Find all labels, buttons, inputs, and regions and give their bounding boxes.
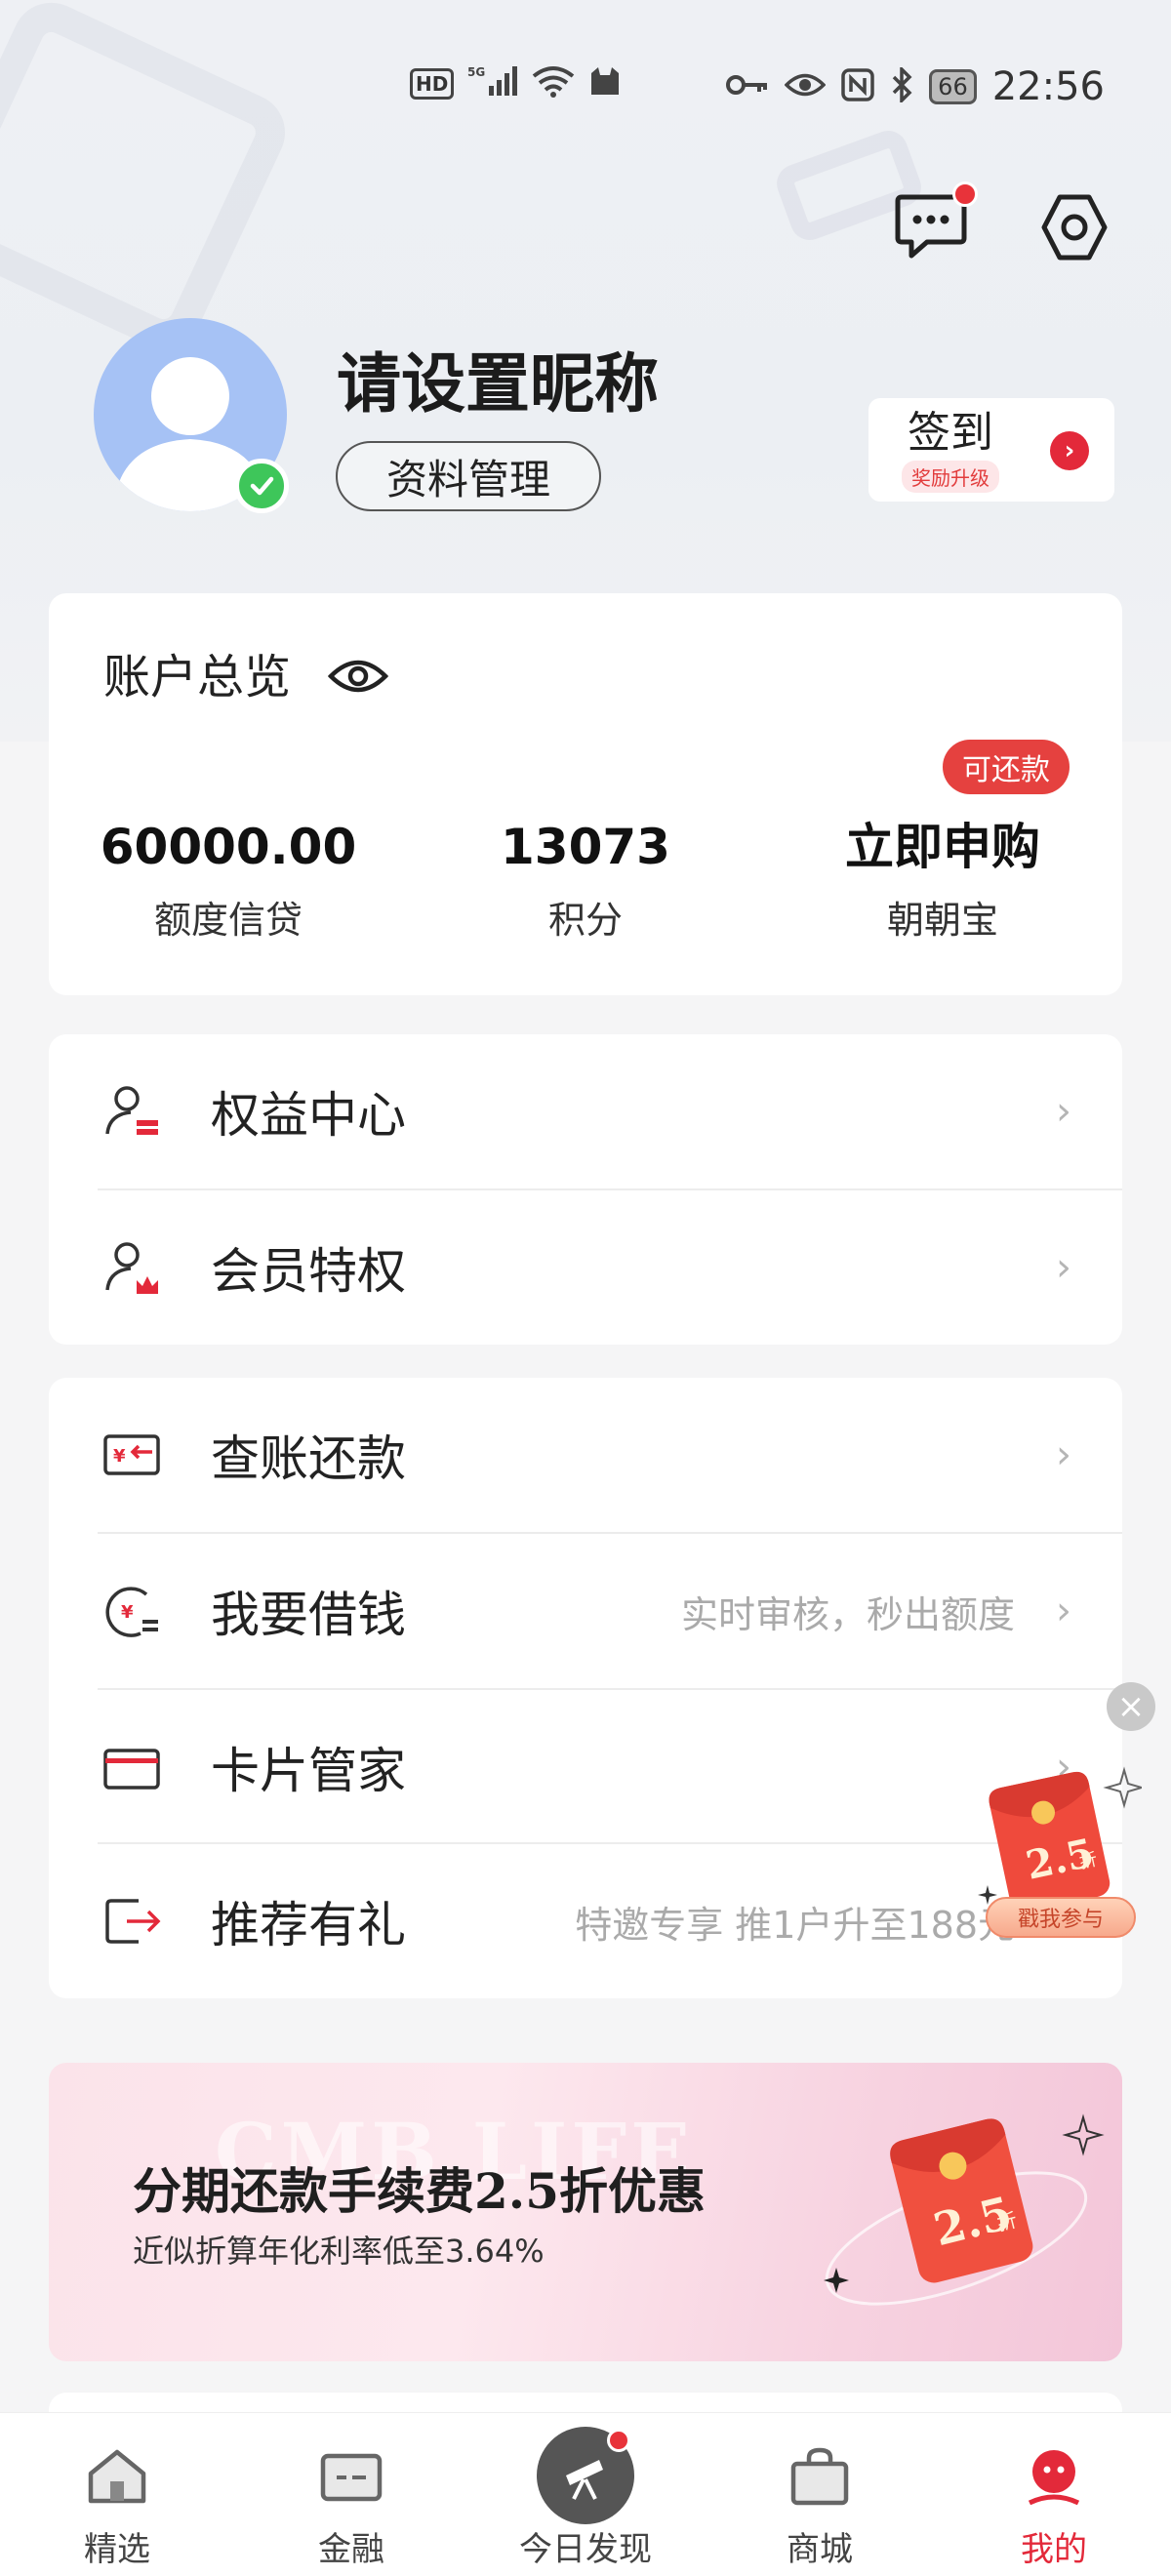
tab-featured[interactable]: 精选 — [20, 2413, 215, 2576]
menu-label: 会员特权 — [211, 1243, 406, 1300]
stat-value: 13073 — [501, 819, 670, 875]
borrow-money-icon: ¥ — [101, 1581, 162, 1641]
user-coupon-icon — [101, 1081, 162, 1142]
stat-label: 积分 — [547, 899, 623, 942]
stat-label: 朝朝宝 — [886, 899, 998, 942]
status-right: 66 22:56 — [726, 64, 1105, 109]
svg-text:¥: ¥ — [113, 1446, 126, 1467]
close-icon[interactable]: × — [1107, 1682, 1155, 1731]
svg-text:¥: ¥ — [121, 1602, 134, 1623]
cat-icon — [588, 65, 622, 101]
menu-item-borrow[interactable]: ¥ 我要借钱 实时审核，秒出额度 › — [49, 1534, 1122, 1688]
card-icon — [101, 1737, 162, 1797]
tab-label: 金融 — [318, 2530, 384, 2569]
account-overview-title: 账户总览 — [103, 650, 292, 704]
join-button[interactable]: 戳我参与 — [986, 1897, 1136, 1938]
status-bar: HD 5G 66 22:56 — [0, 0, 1171, 109]
banner-title: 分期还款手续费2.5折优惠 — [133, 2162, 706, 2220]
menu-label: 推荐有礼 — [211, 1897, 406, 1953]
stat-zhaozhaobao[interactable]: 立即申购 朝朝宝 — [796, 816, 1089, 944]
eye-icon[interactable] — [327, 653, 389, 693]
user-crown-icon — [101, 1237, 162, 1298]
battery-icon: 66 — [929, 69, 977, 104]
tab-mall[interactable]: 商城 — [722, 2413, 917, 2576]
menu-subtitle: 实时审核，秒出额度 — [680, 1592, 1015, 1636]
menu-item-card-manager[interactable]: 卡片管家 › — [49, 1690, 1122, 1844]
menu-label: 卡片管家 — [211, 1743, 406, 1799]
chevron-right-icon: › — [1050, 431, 1089, 470]
chevron-right-icon: › — [1056, 1432, 1071, 1477]
settings-icon[interactable] — [1038, 191, 1110, 263]
shopping-bag-icon — [790, 2447, 849, 2506]
checkin-subtitle: 奖励升级 — [902, 460, 999, 493]
tab-finance[interactable]: 金融 — [254, 2413, 449, 2576]
tab-mine[interactable]: 我的 — [956, 2413, 1151, 2576]
menu-label: 我要借钱 — [211, 1587, 406, 1643]
finance-menu-card: ¥ 查账还款 › ¥ 我要借钱 实时审核，秒出额度 › 卡片管家 › 推荐有礼 … — [49, 1378, 1122, 1998]
wallet-icon — [320, 2453, 383, 2502]
tab-label: 今日发现 — [519, 2530, 652, 2569]
bill-repay-icon: ¥ — [101, 1425, 162, 1485]
tab-label: 精选 — [84, 2530, 150, 2569]
checkin-text: 签到 奖励升级 — [902, 408, 999, 493]
wifi-icon — [532, 64, 575, 102]
menu-label: 查账还款 — [211, 1430, 406, 1487]
menu-subtitle: 特邀专享 推1户升至188元 — [575, 1903, 1015, 1947]
stat-label: 额度信贷 — [153, 899, 303, 942]
menu-label: 权益中心 — [211, 1087, 406, 1144]
status-left: HD 5G — [410, 64, 622, 102]
tab-label: 商城 — [787, 2530, 853, 2569]
svg-text:5G: 5G — [467, 65, 485, 79]
profile-manage-button[interactable]: 资料管理 — [336, 441, 601, 511]
tab-label: 我的 — [1021, 2530, 1087, 2569]
stat-value: 60000.00 — [100, 819, 357, 875]
promo-banner[interactable]: CMB LIFE 分期还款手续费2.5折优惠 近似折算年化利率低至3.64% 2… — [49, 2063, 1122, 2361]
verified-check-icon — [234, 459, 289, 513]
menu-item-benefits-center[interactable]: 权益中心 › — [49, 1034, 1122, 1188]
key-icon — [726, 71, 769, 102]
chevron-right-icon: › — [1056, 1245, 1071, 1290]
stat-credit[interactable]: 60000.00 额度信贷 — [82, 816, 375, 944]
repayable-badge: 可还款 — [943, 740, 1070, 794]
account-overview-header: 账户总览 — [103, 638, 389, 706]
red-packet-illustration: 2.5 折 — [824, 2113, 1105, 2306]
bluetooth-icon — [890, 64, 913, 107]
chevron-right-icon: › — [1056, 1089, 1071, 1134]
menu-item-member-privileges[interactable]: 会员特权 › — [49, 1190, 1122, 1345]
account-overview-card: 账户总览 可还款 60000.00 额度信贷 13073 积分 立即申购 朝朝宝 — [49, 593, 1122, 995]
checkin-title: 签到 — [908, 407, 993, 458]
message-badge — [952, 181, 978, 207]
nfc-icon — [841, 67, 874, 106]
discover-badge — [607, 2429, 630, 2452]
chevron-right-icon: › — [1056, 1589, 1071, 1633]
home-icon — [88, 2449, 146, 2504]
bottom-tab-bar: 精选 金融 今日发现 商城 我的 — [0, 2412, 1171, 2576]
menu-item-referral[interactable]: 推荐有礼 特邀专享 推1户升至188元 › — [49, 1844, 1122, 1998]
share-exit-icon — [101, 1891, 162, 1952]
5g-signal-icon: 5G — [467, 64, 518, 102]
hd-icon: HD — [410, 67, 455, 100]
banner-subtitle: 近似折算年化利率低至3.64% — [133, 2233, 545, 2270]
benefits-card: 权益中心 › 会员特权 › — [49, 1034, 1122, 1345]
nickname[interactable]: 请设置昵称 — [337, 332, 659, 425]
menu-item-bill-repay[interactable]: ¥ 查账还款 › — [49, 1378, 1122, 1532]
stat-points[interactable]: 13073 积分 — [439, 816, 732, 944]
eye-icon — [784, 70, 827, 104]
checkin-button[interactable]: 签到 奖励升级 › — [868, 398, 1114, 502]
tab-discover[interactable]: 今日发现 — [488, 2413, 683, 2576]
profile-icon — [1028, 2450, 1080, 2506]
status-time: 22:56 — [991, 64, 1105, 109]
stat-value: 立即申购 — [845, 819, 1040, 875]
